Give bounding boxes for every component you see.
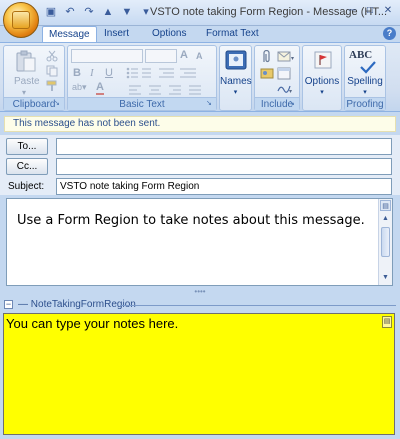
cc-field[interactable] <box>56 158 392 175</box>
basic-text-label: Basic Text <box>68 97 216 110</box>
address-book-icon <box>225 50 247 70</box>
scroll-thumb[interactable] <box>381 227 390 257</box>
names-button-label: Names <box>220 76 252 87</box>
options-button-label: Options <box>304 76 340 87</box>
minimize-icon[interactable]: ─ <box>344 4 360 19</box>
collapse-region-icon[interactable]: − <box>4 300 13 309</box>
info-message: This message has not been sent. <box>4 116 396 132</box>
form-region-divider <box>120 305 396 306</box>
options-dropdown-icon: ▾ <box>320 89 324 96</box>
office-logo-icon <box>12 11 30 29</box>
ruler-toggle-icon[interactable]: ▤ <box>380 200 391 211</box>
bold-button[interactable]: B <box>73 67 81 79</box>
format-painter-icon[interactable] <box>46 80 58 92</box>
copy-icon[interactable] <box>46 65 58 77</box>
up-arrow-icon[interactable]: ▲ <box>101 5 115 19</box>
include-launcher-icon[interactable]: ↘ <box>289 100 297 108</box>
tab-insert[interactable]: Insert <box>98 26 135 42</box>
ribbon-tabs: Message Insert Options Format Text ? <box>0 26 400 43</box>
notes-text: You can type your notes here. <box>6 316 179 331</box>
basic-text-group: A A B I U ab▾ A Basic Text ↘ <box>67 45 217 111</box>
save-icon[interactable]: ▣ <box>44 5 58 19</box>
title-bar: ▣ ↶ ↷ ▲ ▼ ▾ VSTO note taking Form Region… <box>0 0 400 38</box>
svg-text:▾: ▾ <box>291 56 294 62</box>
options-group[interactable]: Options ▾ <box>302 45 342 111</box>
notes-ruler-icon[interactable]: ▤ <box>382 316 392 328</box>
font-color-icon[interactable]: A <box>96 81 104 95</box>
calendar-icon[interactable] <box>277 66 291 80</box>
tab-message[interactable]: Message <box>42 26 97 43</box>
proofing-group: ABC Spelling ▾ Proofing <box>344 45 386 111</box>
message-header: To... Cc... Subject: VSTO note taking Fo… <box>0 135 400 195</box>
font-size-box[interactable] <box>145 49 177 63</box>
shrink-font-icon[interactable]: A <box>196 51 203 61</box>
clipboard-launcher-icon[interactable]: ↘ <box>54 100 62 108</box>
region-splitter[interactable]: •••• <box>0 288 400 298</box>
scroll-down-icon[interactable]: ▼ <box>380 272 391 283</box>
follow-up-flag-icon <box>314 51 332 69</box>
paste-label: Paste <box>14 76 40 87</box>
basic-text-launcher-icon[interactable]: ↘ <box>206 100 214 108</box>
notes-textbox[interactable]: You can type your notes here. ▤ <box>3 313 395 435</box>
spelling-dropdown-icon[interactable]: ▾ <box>345 88 385 96</box>
font-name-box[interactable] <box>71 49 143 63</box>
ribbon: Paste ▾ Clipboard ↘ A A B I U ab▾ A Basi… <box>0 42 400 112</box>
close-icon[interactable]: ✕ <box>380 4 396 19</box>
svg-text:▾: ▾ <box>289 89 292 94</box>
indent-icons[interactable] <box>158 67 198 79</box>
signature-icon[interactable]: ▾ <box>277 82 293 94</box>
body-scrollbar[interactable]: ▤ ▲ ▼ <box>378 199 392 285</box>
attach-file-icon[interactable] <box>260 50 272 64</box>
message-body[interactable]: Use a Form Region to take notes about th… <box>6 198 393 286</box>
spelling-button-label[interactable]: Spelling <box>345 76 385 87</box>
grow-font-icon[interactable]: A <box>180 49 188 61</box>
business-card-icon[interactable] <box>260 66 274 80</box>
paste-dropdown-icon[interactable]: ▾ <box>22 88 26 97</box>
info-bar: This message has not been sent. <box>0 113 400 135</box>
names-dropdown-icon: ▾ <box>233 89 238 96</box>
form-region-header: − — NoteTakingFormRegion <box>0 298 400 312</box>
italic-button[interactable]: I <box>90 67 94 79</box>
underline-button[interactable]: U <box>105 67 113 79</box>
body-text: Use a Form Region to take notes about th… <box>17 213 365 228</box>
maximize-icon[interactable]: □ <box>362 4 378 19</box>
proofing-label: Proofing <box>345 97 385 110</box>
window-controls: ─ □ ✕ <box>344 4 396 19</box>
names-group[interactable]: Names ▾ <box>219 45 252 111</box>
include-group: ▾ ▾ Include ↘ <box>254 45 300 111</box>
tab-format-text[interactable]: Format Text <box>200 26 265 42</box>
form-region-name: — NoteTakingFormRegion <box>18 299 136 310</box>
undo-icon[interactable]: ↶ <box>63 5 77 19</box>
clipboard-group: Paste ▾ Clipboard ↘ <box>3 45 65 111</box>
to-button[interactable]: To... <box>6 138 48 155</box>
help-icon[interactable]: ? <box>383 27 396 40</box>
quick-access-toolbar: ▣ ↶ ↷ ▲ ▼ ▾ <box>44 5 153 19</box>
tab-options[interactable]: Options <box>146 26 192 42</box>
cc-button[interactable]: Cc... <box>6 158 48 175</box>
highlight-icon[interactable]: ab▾ <box>72 82 87 93</box>
subject-field[interactable]: VSTO note taking Form Region <box>56 178 392 195</box>
scroll-up-icon[interactable]: ▲ <box>380 213 391 224</box>
office-button[interactable] <box>3 2 39 38</box>
attach-item-icon[interactable]: ▾ <box>277 50 295 62</box>
bullets-icon[interactable] <box>126 67 152 79</box>
redo-icon[interactable]: ↷ <box>82 5 96 19</box>
subject-label: Subject: <box>8 181 45 192</box>
paste-icon[interactable] <box>14 49 38 73</box>
alignment-icons[interactable] <box>128 84 208 96</box>
to-field[interactable] <box>56 138 392 155</box>
down-arrow-icon[interactable]: ▼ <box>120 5 134 19</box>
cut-icon[interactable] <box>46 50 58 62</box>
spelling-check-icon[interactable] <box>359 60 377 74</box>
